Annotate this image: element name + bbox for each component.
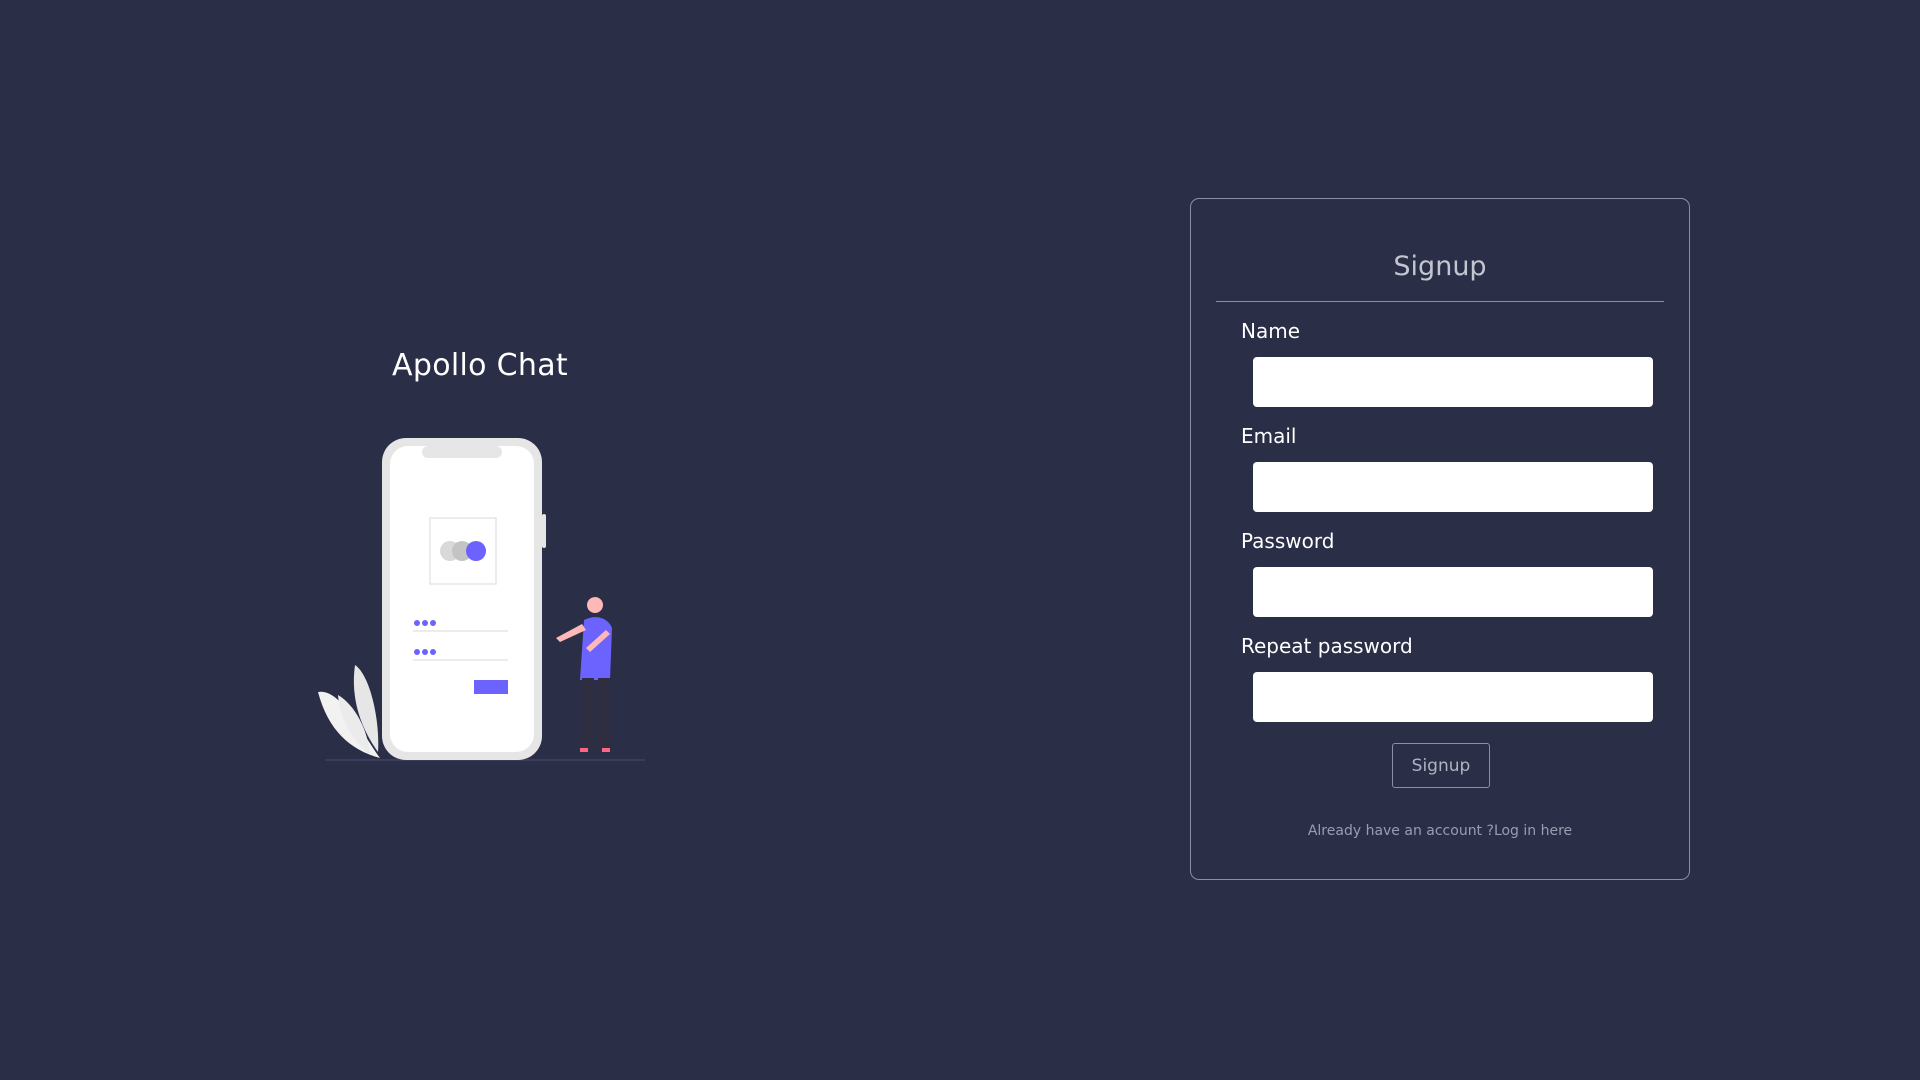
signup-button[interactable]: Signup — [1392, 743, 1490, 788]
name-input[interactable] — [1253, 357, 1653, 407]
phone-login-illustration — [310, 430, 650, 770]
signup-title: Signup — [1393, 251, 1487, 282]
signup-card: Signup Name Email Password Repeat passwo… — [1190, 198, 1690, 880]
email-input[interactable] — [1253, 462, 1653, 512]
password-input[interactable] — [1253, 567, 1653, 617]
phone-login-illustration-icon — [318, 438, 645, 761]
brand: Apollo Chat — [300, 348, 660, 383]
title-divider — [1216, 301, 1664, 302]
repeat-password-label: Repeat password — [1241, 634, 1413, 658]
app-title: Apollo Chat — [392, 348, 568, 383]
login-link[interactable]: Log in here — [1494, 823, 1572, 839]
login-prompt-text: Already have an account ? — [1307, 823, 1494, 839]
password-label: Password — [1241, 529, 1335, 553]
repeat-password-input[interactable] — [1253, 672, 1653, 722]
login-prompt: Already have an account ?Log in here — [1191, 823, 1689, 839]
name-label: Name — [1241, 319, 1301, 343]
email-label: Email — [1241, 424, 1297, 448]
